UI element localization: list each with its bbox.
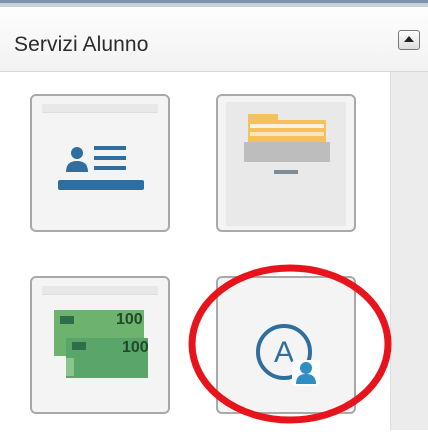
panel-title: Servizi Alunno	[14, 33, 149, 56]
note-value-back: 100	[116, 311, 143, 328]
student-services-panel: Servizi Alunno 100 100 A	[0, 0, 428, 430]
student-account-tile[interactable]: A	[216, 276, 356, 414]
payments-tile[interactable]: 100 100	[30, 276, 170, 414]
student-id-card-tile[interactable]	[30, 94, 170, 232]
collapse-up-icon	[404, 36, 414, 42]
account-letter: A	[274, 336, 294, 369]
top-rule-accent	[0, 0, 428, 3]
id-card-icon	[58, 146, 144, 190]
folder-drawer-icon	[226, 102, 346, 226]
account-user-icon: A	[256, 324, 320, 386]
collapse-button[interactable]	[398, 30, 420, 50]
archive-drawer-tile[interactable]	[216, 94, 356, 232]
note-value-front: 100	[122, 339, 149, 356]
panel-header: Servizi Alunno	[0, 7, 428, 72]
banknotes-icon: 100 100	[54, 310, 149, 378]
scroll-track[interactable]	[390, 72, 428, 430]
